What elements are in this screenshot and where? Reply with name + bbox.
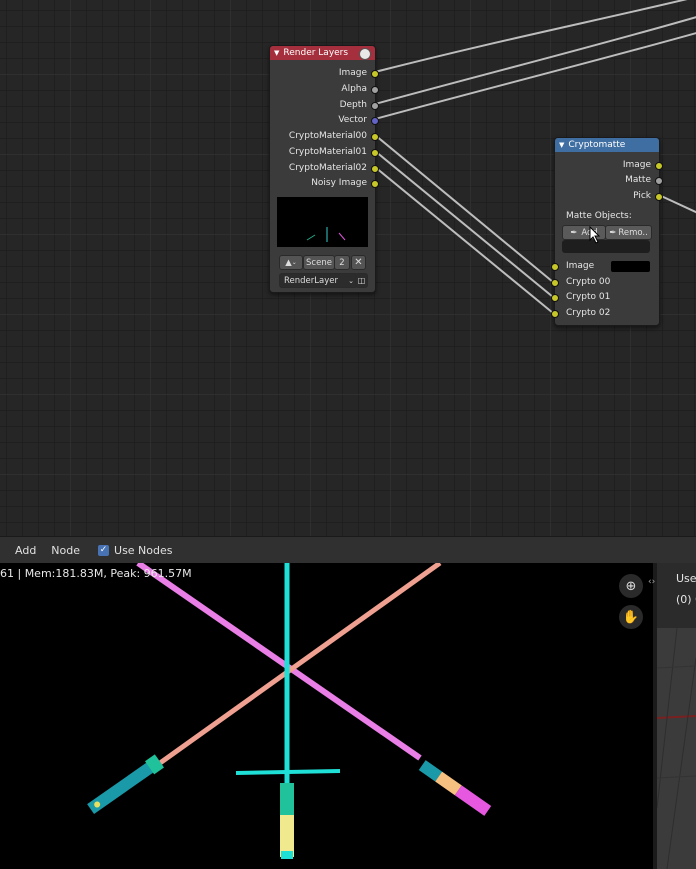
viewport-text-2: (0) C — [676, 593, 696, 606]
socket-crypto00-out[interactable] — [371, 133, 379, 141]
socket-matte-out[interactable] — [655, 177, 663, 185]
render-stats-text: 61 | Mem:181.83M, Peak: 961.57M — [0, 567, 192, 580]
cryptomatte-title: Cryptomatte — [568, 140, 626, 150]
remove-button[interactable]: ✒ Remo.. — [605, 225, 652, 240]
close-icon[interactable]: ✕ — [351, 255, 366, 270]
scene-users-count[interactable]: 2 — [334, 255, 350, 270]
socket-noisy-out[interactable] — [371, 180, 379, 188]
render-preview — [277, 197, 368, 247]
eyedropper-icon: ✒ — [609, 227, 617, 238]
link-vector — [374, 32, 696, 120]
socket-image-out[interactable] — [371, 70, 379, 78]
input-image: Image — [566, 261, 595, 271]
output-alpha: Alpha — [341, 84, 367, 94]
scene-type-dropdown[interactable]: ▲ ⌄ — [279, 255, 303, 270]
socket-pick-out[interactable] — [655, 193, 663, 201]
use-nodes-label[interactable]: Use Nodes — [114, 544, 173, 557]
socket-image-in[interactable] — [551, 263, 559, 271]
socket-crypto02-out[interactable] — [371, 165, 379, 173]
input-crypto00: Crypto 00 — [566, 277, 611, 287]
socket-crypto00-in[interactable] — [551, 279, 559, 287]
output-matte: Matte — [625, 175, 651, 185]
socket-image-out[interactable] — [655, 162, 663, 170]
menu-node[interactable]: Node — [51, 544, 80, 557]
image-viewer[interactable]: 61 | Mem:181.83M, Peak: 961.57M ⊕ ✋ — [0, 563, 653, 869]
socket-crypto01-out[interactable] — [371, 149, 379, 157]
matte-id-field[interactable] — [562, 240, 650, 253]
output-image: Image — [622, 160, 651, 170]
socket-crypto02-in[interactable] — [551, 310, 559, 318]
viewport-3d-clipped[interactable]: Use (0) C — [657, 563, 696, 869]
scene-icon[interactable] — [359, 48, 371, 60]
render-image — [87, 563, 492, 859]
render-layer-select[interactable]: RenderLayer ⌄ — [279, 273, 358, 288]
scene-name-field[interactable]: Scene — [303, 255, 335, 270]
cursor-icon — [589, 226, 601, 244]
collapse-arrow-icon[interactable]: ▼ — [274, 49, 279, 57]
link-pick — [658, 194, 696, 214]
link-crypto02 — [374, 166, 554, 314]
render-layers-header[interactable]: ▼ Render Layers — [270, 46, 375, 60]
output-cryptomaterial02: CryptoMaterial02 — [288, 163, 367, 173]
socket-alpha-out[interactable] — [371, 86, 379, 94]
output-image: Image — [338, 68, 367, 78]
compositor-header: Add Node ✓ Use Nodes — [0, 536, 696, 563]
output-pick: Pick — [633, 191, 651, 201]
link-crypto01 — [374, 150, 554, 298]
cryptomatte-header[interactable]: ▼ Cryptomatte — [555, 138, 659, 152]
use-nodes-checkbox[interactable]: ✓ — [98, 544, 110, 556]
viewport-text-1: Use — [676, 572, 696, 585]
output-cryptomaterial00: CryptoMaterial00 — [288, 131, 367, 141]
socket-crypto01-in[interactable] — [551, 294, 559, 302]
socket-depth-out[interactable] — [371, 102, 379, 110]
render-layers-node[interactable]: ▼ Render Layers Image Alpha Depth Vector… — [269, 45, 379, 293]
cryptomatte-node[interactable]: ▼ Cryptomatte Image Matte Pick Matte Obj… — [551, 137, 663, 326]
zoom-icon[interactable]: ⊕ — [619, 574, 643, 598]
output-noisy-image: Noisy Image — [311, 178, 367, 188]
collapse-arrow-icon[interactable]: ▼ — [559, 141, 564, 149]
preview-thumbnail — [306, 227, 346, 242]
viewport-grid — [657, 627, 696, 869]
hand-pan-icon[interactable]: ✋ — [619, 605, 643, 629]
socket-vector-out[interactable] — [371, 117, 379, 125]
link-crypto00 — [374, 134, 554, 283]
split-arrows-icon[interactable]: ‹› — [648, 577, 655, 587]
image-color-field[interactable] — [611, 261, 650, 272]
node-editor-canvas[interactable]: ▼ Render Layers Image Alpha Depth Vector… — [0, 0, 696, 536]
matte-objects-label: Matte Objects: — [566, 211, 632, 221]
eyedropper-icon: ✒ — [570, 227, 578, 238]
output-depth: Depth — [339, 100, 367, 110]
menu-add[interactable]: Add — [15, 544, 36, 557]
output-vector: Vector — [338, 115, 367, 125]
input-crypto01: Crypto 01 — [566, 292, 611, 302]
browse-icon[interactable]: ◫ — [355, 273, 368, 288]
render-layers-title: Render Layers — [283, 48, 349, 58]
output-cryptomaterial01: CryptoMaterial01 — [288, 147, 367, 157]
input-crypto02: Crypto 02 — [566, 308, 611, 318]
